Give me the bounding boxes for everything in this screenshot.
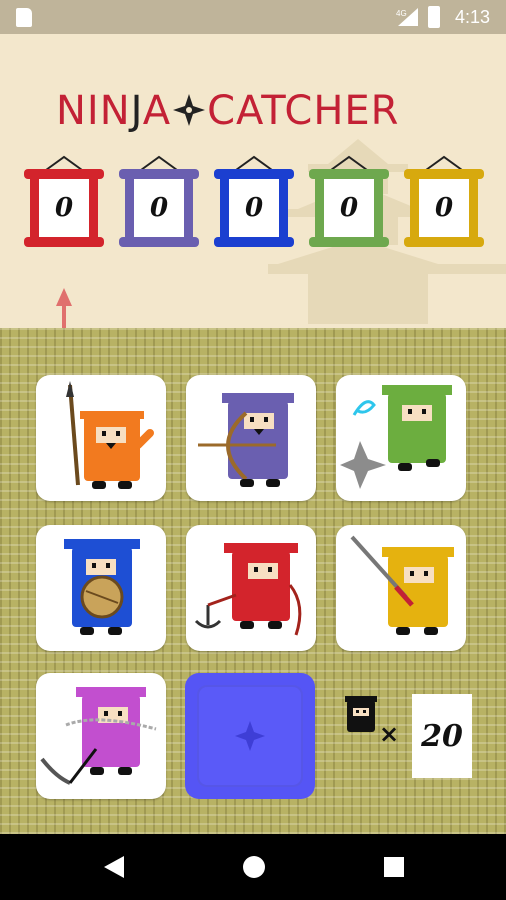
card-orange-spear-ninja[interactable] [36,375,166,501]
card-pink-kusarigama-ninja[interactable] [36,673,166,799]
multiplier-sign: × [379,720,400,748]
sd-card-icon [16,8,32,27]
title-a: A [142,88,172,134]
score-scroll-yellow: 0 [404,155,484,251]
clock: 4:13 [455,7,491,27]
remaining-counter: × [345,694,399,748]
blue-drum-ninja-icon [64,539,140,635]
back-icon[interactable] [102,854,126,880]
purple-bow-ninja-icon [198,393,294,487]
card-purple-bow-ninja[interactable] [186,375,316,501]
kunai-pointer-icon [52,288,76,328]
selected-tile[interactable] [185,673,315,799]
score-scroll-red: 0 [24,155,104,251]
score-scroll-purple: 0 [119,155,199,251]
yellow-katana-ninja-icon [350,535,454,635]
game-title: NINJA CATCHER [56,88,399,134]
pink-kusarigama-ninja-icon [40,687,157,785]
signal-icon: 4G [396,8,418,26]
star-icon [235,721,265,751]
score-yellow: 0 [419,179,469,237]
selected-tile-inner [197,685,303,787]
svg-text:4G: 4G [396,9,407,18]
status-bar: 4G 4:13 [0,0,506,34]
title-j: J [130,88,143,134]
remaining-count: 20 [412,694,472,778]
home-icon[interactable] [241,854,267,880]
score-green: 0 [324,179,374,237]
card-blue-drum-ninja[interactable] [36,525,166,651]
score-purple: 0 [134,179,184,237]
nav-bar [0,834,506,900]
ninja-head-icon [345,696,377,732]
score-scroll-blue: 0 [214,155,294,251]
card-green-shuriken-ninja[interactable] [336,375,466,501]
card-yellow-katana-ninja[interactable] [336,525,466,651]
orange-spear-ninja-icon [66,381,154,489]
score-red: 0 [39,179,89,237]
score-scroll-green: 0 [309,155,389,251]
battery-icon [428,6,440,28]
card-red-grapple-ninja[interactable] [186,525,316,651]
red-grapple-ninja-icon [194,543,302,636]
score-blue: 0 [229,179,279,237]
title-nin: NIN [56,88,131,134]
recent-apps-icon[interactable] [382,854,406,880]
green-shuriken-ninja-icon [340,385,452,489]
shuriken-icon [173,94,206,126]
title-catcher: CATCHER [207,88,400,134]
